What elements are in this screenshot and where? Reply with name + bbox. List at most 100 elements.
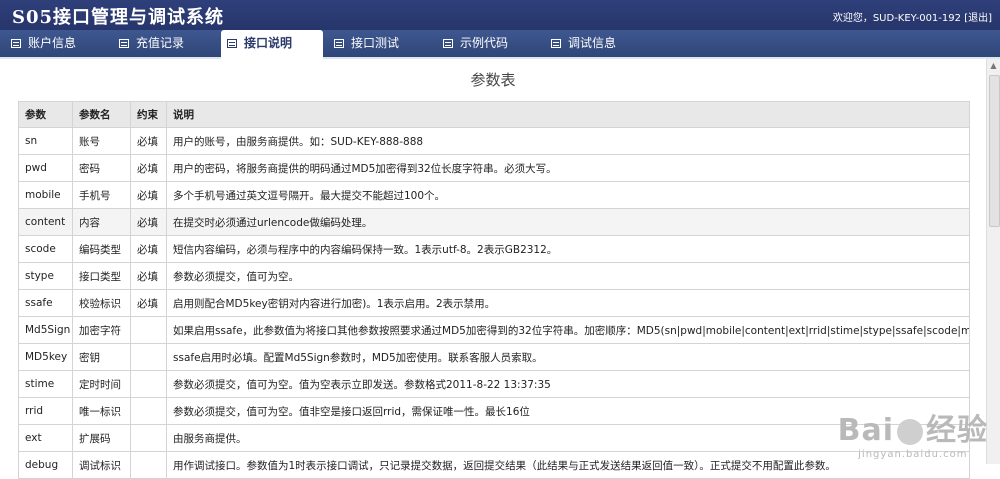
param-constraint: 必填 (130, 154, 167, 182)
params-table: 参数 参数名 约束 说明 sn 账号 必填 用户的账号，由服务商提供。如：SUD… (18, 101, 970, 479)
table-row: rrid 唯一标识 参数必须提交，值可为空。值非空是接口返回rrid，需保证唯一… (18, 397, 970, 425)
column-header: 参数名 (72, 101, 131, 128)
vertical-scrollbar[interactable]: ▲ (986, 59, 1000, 464)
param-code: debug (18, 451, 73, 479)
param-constraint: 必填 (130, 235, 167, 263)
param-code: scode (18, 235, 73, 263)
column-header: 约束 (130, 101, 167, 128)
scrollbar-thumb[interactable] (989, 75, 1000, 227)
param-constraint (130, 451, 167, 479)
param-description: 短信内容编码，必须与程序中的内容编码保持一致。1表示utf-8。2表示GB231… (166, 235, 970, 263)
param-constraint (130, 370, 167, 398)
tab-label: 接口说明 (244, 36, 293, 50)
watermark-text-left: Bai (837, 413, 894, 448)
param-description: 参数必须提交，值可为空。 (166, 262, 970, 290)
list-icon (227, 39, 237, 48)
tab-bar: 账户信息 充值记录 接口说明 接口测试 示例代码 调试信息 (0, 30, 1000, 59)
tab-account-info[interactable]: 账户信息 (11, 30, 76, 57)
param-code: mobile (18, 181, 73, 209)
list-icon (119, 39, 129, 48)
tab-recharge-records[interactable]: 充值记录 (119, 30, 184, 57)
table-row: scode 编码类型 必填 短信内容编码，必须与程序中的内容编码保持一致。1表示… (18, 235, 970, 263)
tab-sample-code[interactable]: 示例代码 (443, 30, 508, 57)
tab-debug-info[interactable]: 调试信息 (551, 30, 616, 57)
param-name: 扩展码 (72, 424, 131, 452)
param-name: 校验标识 (72, 289, 131, 317)
table-row: ext 扩展码 由服务商提供。 (18, 424, 970, 452)
user-info: 欢迎您，SUD-KEY-001-192 [退出] (833, 9, 992, 24)
table-row: ssafe 校验标识 必填 启用则配合MD5key密钥对内容进行加密)。1表示启… (18, 289, 970, 317)
param-description: 如果启用ssafe，此参数值为将接口其他参数按照要求通过MD5加密得到的32位字… (166, 316, 970, 344)
param-code: ssafe (18, 289, 73, 317)
table-row: MD5key 密钥 ssafe启用时必填。配置Md5Sign参数时，MD5加密使… (18, 343, 970, 371)
param-description: 用户的密码，将服务商提供的明码通过MD5加密得到32位长度字符串。必须大写。 (166, 154, 970, 182)
param-name: 调试标识 (72, 451, 131, 479)
param-code: pwd (18, 154, 73, 182)
watermark: Bai 经验 jingyan.baidu.com (838, 405, 988, 460)
tab-label: 账户信息 (28, 36, 77, 50)
param-code: MD5key (18, 343, 73, 371)
tab-api-test[interactable]: 接口测试 (334, 30, 399, 57)
table-row: content 内容 必填 在提交时必须通过urlencode做编码处理。 (18, 208, 970, 236)
param-code: stype (18, 262, 73, 290)
tab-label: 示例代码 (460, 36, 509, 50)
table-row: pwd 密码 必填 用户的密码，将服务商提供的明码通过MD5加密得到32位长度字… (18, 154, 970, 182)
tab-label: 充值记录 (136, 36, 185, 50)
list-icon (551, 39, 561, 48)
param-constraint: 必填 (130, 289, 167, 317)
tab-label: 接口测试 (351, 36, 400, 50)
param-constraint (130, 424, 167, 452)
param-description: 用户的账号，由服务商提供。如：SUD-KEY-888-888 (166, 127, 970, 155)
param-name: 接口类型 (72, 262, 131, 290)
table-row: debug 调试标识 用作调试接口。参数值为1时表示接口调试，只记录提交数据，返… (18, 451, 970, 479)
param-name: 唯一标识 (72, 397, 131, 425)
arrow-up-icon[interactable]: ▲ (987, 59, 1000, 73)
param-code: rrid (18, 397, 73, 425)
param-name: 编码类型 (72, 235, 131, 263)
table-header-row: 参数 参数名 约束 说明 (18, 101, 970, 128)
param-constraint: 必填 (130, 127, 167, 155)
param-constraint: 必填 (130, 208, 167, 236)
param-name: 定时时间 (72, 370, 131, 398)
watermark-url: jingyan.baidu.com (858, 449, 968, 460)
table-row: mobile 手机号 必填 多个手机号通过英文逗号隔开。最大提交不能超过100个… (18, 181, 970, 209)
param-code: ext (18, 424, 73, 452)
param-code: Md5Sign (18, 316, 73, 344)
param-constraint (130, 397, 167, 425)
param-constraint: 必填 (130, 181, 167, 209)
param-name: 内容 (72, 208, 131, 236)
main-content: 参数表 参数 参数名 约束 说明 sn 账号 必填 用户的账号，由服务商提供。如… (0, 59, 986, 479)
watermark-text-right: 经验 (926, 413, 988, 448)
logout-link[interactable]: [退出] (964, 13, 992, 24)
param-constraint (130, 343, 167, 371)
table-row: Md5Sign 加密字符 如果启用ssafe，此参数值为将接口其他参数按照要求通… (18, 316, 970, 344)
welcome-text: 欢迎您，SUD-KEY-001-192 (832, 13, 961, 24)
table-row: sn 账号 必填 用户的账号，由服务商提供。如：SUD-KEY-888-888 (18, 127, 970, 155)
param-description: 多个手机号通过英文逗号隔开。最大提交不能超过100个。 (166, 181, 970, 209)
table-row: stime 定时时间 参数必须提交，值可为空。值为空表示立即发送。参数格式201… (18, 370, 970, 398)
page-title: 参数表 (470, 71, 516, 89)
app-header: S05接口管理与调试系统 欢迎您，SUD-KEY-001-192 [退出] (0, 0, 1000, 30)
table-row: stype 接口类型 必填 参数必须提交，值可为空。 (18, 262, 970, 290)
param-name: 手机号 (72, 181, 131, 209)
param-description: 参数必须提交，值可为空。值为空表示立即发送。参数格式2011-8-22 13:3… (166, 370, 970, 398)
list-icon (443, 39, 453, 48)
param-description: 启用则配合MD5key密钥对内容进行加密)。1表示启用。2表示禁用。 (166, 289, 970, 317)
paw-icon (897, 418, 923, 445)
column-header: 说明 (166, 101, 970, 128)
param-constraint (130, 316, 167, 344)
param-name: 加密字符 (72, 316, 131, 344)
tab-api-docs[interactable]: 接口说明 (221, 30, 323, 59)
column-header: 参数 (18, 101, 73, 128)
param-name: 密码 (72, 154, 131, 182)
param-description: ssafe启用时必填。配置Md5Sign参数时，MD5加密使用。联系客服人员索取… (166, 343, 970, 371)
param-code: stime (18, 370, 73, 398)
param-constraint: 必填 (130, 262, 167, 290)
list-icon (334, 39, 344, 48)
param-code: content (18, 208, 73, 236)
param-name: 账号 (72, 127, 131, 155)
list-icon (11, 39, 21, 48)
app-title: S05接口管理与调试系统 (12, 7, 225, 28)
tab-label: 调试信息 (568, 36, 617, 50)
param-description: 在提交时必须通过urlencode做编码处理。 (166, 208, 970, 236)
